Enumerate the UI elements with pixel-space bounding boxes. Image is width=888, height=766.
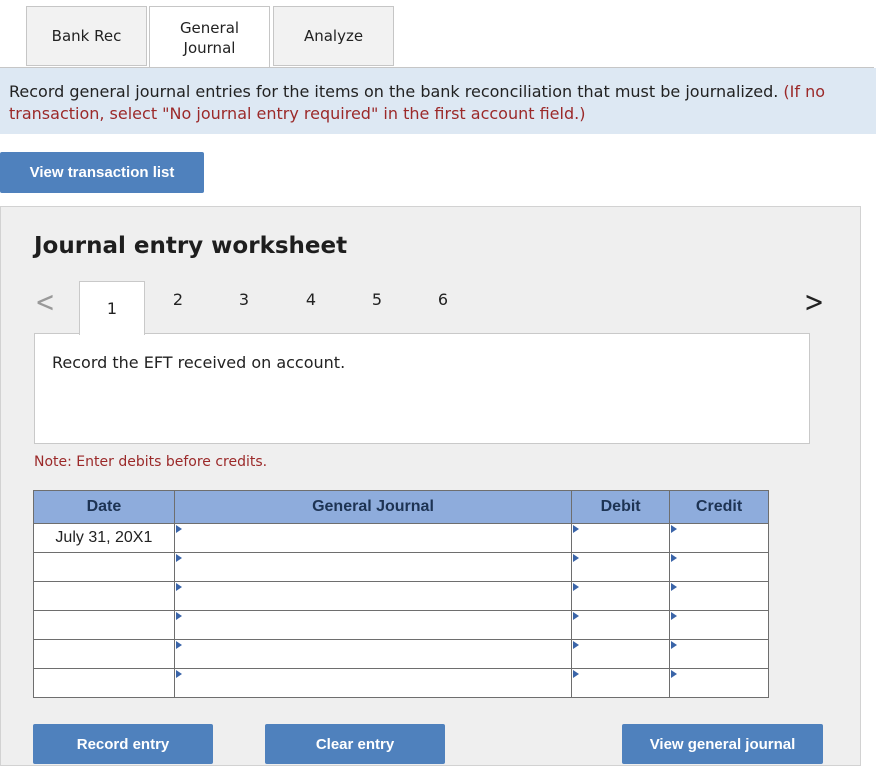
tab-bank-rec-label: Bank Rec (51, 27, 122, 45)
account-select[interactable] (173, 610, 573, 640)
debit-input[interactable] (571, 523, 671, 553)
step-tab-5[interactable]: 5 (367, 290, 387, 309)
table-header-row: Date General Journal Debit Credit (33, 490, 769, 524)
date-cell (33, 581, 175, 611)
tab-bank-rec[interactable]: Bank Rec (26, 6, 147, 66)
debit-credit-note: Note: Enter debits before credits. (34, 454, 268, 470)
credit-input[interactable] (669, 668, 769, 698)
instructions-text: Record general journal entries for the i… (9, 82, 779, 101)
step-tab-6[interactable]: 6 (433, 290, 453, 309)
worksheet-title: Journal entry worksheet (34, 233, 348, 259)
transaction-description-box (34, 333, 810, 444)
table-row (33, 552, 769, 582)
general-journal-column-header: General Journal (173, 490, 573, 524)
account-select[interactable] (173, 581, 573, 611)
debit-input[interactable] (571, 552, 671, 582)
account-select[interactable] (173, 552, 573, 582)
step-tab-2[interactable]: 2 (168, 290, 188, 309)
tab-general-journal-label: General Journal (179, 18, 240, 57)
date-column-header: Date (33, 490, 175, 524)
credit-input[interactable] (669, 581, 769, 611)
table-row (33, 668, 769, 698)
date-cell: July 31, 20X1 (33, 523, 175, 553)
table-row (33, 610, 769, 640)
step-tab-1[interactable]: 1 (79, 281, 145, 335)
previous-step-icon[interactable]: < (35, 285, 55, 319)
credit-input[interactable] (669, 639, 769, 669)
next-step-icon[interactable]: > (804, 285, 824, 319)
date-cell (33, 639, 175, 669)
table-row (33, 581, 769, 611)
tab-analyze-label: Analyze (303, 27, 364, 45)
view-general-journal-button[interactable]: View general journal (622, 724, 823, 764)
account-select[interactable] (173, 668, 573, 698)
table-row: July 31, 20X1 (33, 523, 769, 553)
credit-input[interactable] (669, 523, 769, 553)
instructions-banner: Record general journal entries for the i… (0, 68, 876, 134)
debit-input[interactable] (571, 668, 671, 698)
table-row (33, 639, 769, 669)
credit-column-header: Credit (669, 490, 769, 524)
instructions-note-end: transaction, select "No journal entry re… (9, 104, 586, 123)
account-select[interactable] (173, 639, 573, 669)
view-transaction-list-button[interactable]: View transaction list (0, 152, 204, 193)
clear-entry-button[interactable]: Clear entry (265, 724, 445, 764)
credit-input[interactable] (669, 610, 769, 640)
account-select[interactable] (173, 523, 573, 553)
record-entry-button[interactable]: Record entry (33, 724, 213, 764)
date-cell (33, 668, 175, 698)
step-tab-3[interactable]: 3 (234, 290, 254, 309)
debit-column-header: Debit (571, 490, 671, 524)
instructions-note-start: (If no (783, 82, 826, 101)
journal-entry-table: Date General Journal Debit Credit July 3… (33, 490, 769, 698)
transaction-description: Record the EFT received on account. (52, 353, 346, 372)
date-cell (33, 610, 175, 640)
debit-input[interactable] (571, 610, 671, 640)
debit-input[interactable] (571, 581, 671, 611)
step-tab-4[interactable]: 4 (301, 290, 321, 309)
debit-input[interactable] (571, 639, 671, 669)
date-cell (33, 552, 175, 582)
tab-analyze[interactable]: Analyze (273, 6, 394, 66)
credit-input[interactable] (669, 552, 769, 582)
tab-general-journal[interactable]: General Journal (149, 6, 270, 68)
